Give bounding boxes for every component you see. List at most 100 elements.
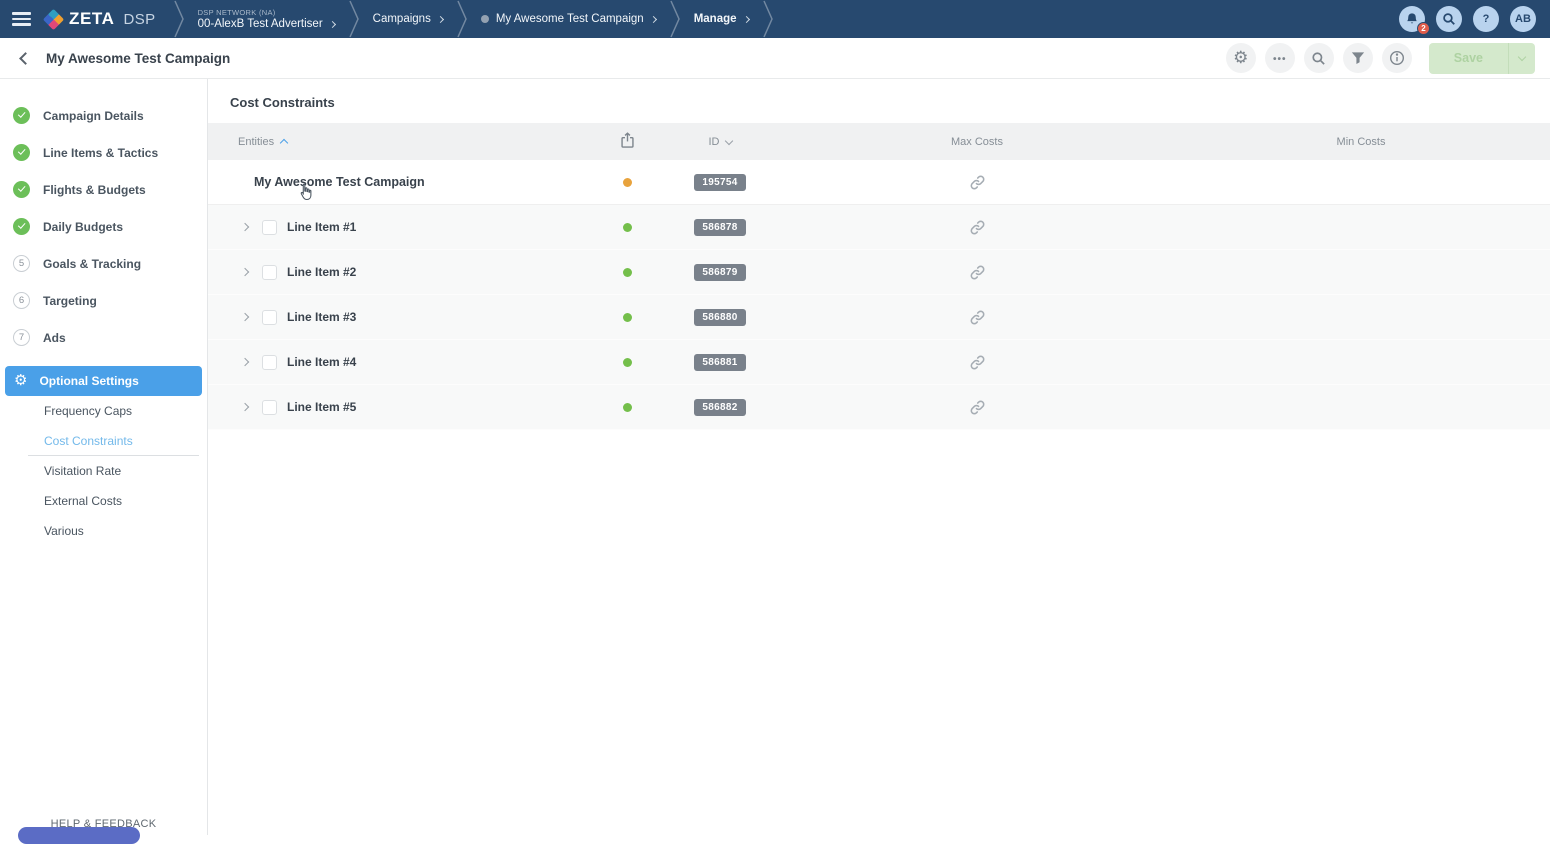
question-mark-icon: ? bbox=[1483, 13, 1490, 25]
table-row-line-item-2[interactable]: Line Item #2586879 bbox=[208, 250, 1550, 295]
export-button[interactable] bbox=[620, 132, 635, 152]
max-costs-link-button[interactable] bbox=[969, 219, 986, 236]
chevron-right-icon[interactable] bbox=[329, 21, 336, 28]
brand-logo[interactable]: ZETA DSP bbox=[42, 0, 174, 38]
chevron-right-icon[interactable] bbox=[650, 16, 657, 23]
sidebar-item-cost-constraints[interactable]: Cost Constraints bbox=[0, 426, 207, 456]
filter-button[interactable] bbox=[1343, 43, 1373, 73]
expand-chevron-icon[interactable] bbox=[238, 359, 252, 365]
status-dot bbox=[623, 358, 632, 367]
sidebar-item-optional-settings[interactable]: Optional Settings bbox=[5, 366, 202, 396]
chevron-right-icon[interactable] bbox=[742, 16, 749, 23]
top-navbar: ZETA DSP DSP NETWORK (NA) 00-AlexB Test … bbox=[0, 0, 1550, 38]
row-checkbox[interactable] bbox=[262, 355, 277, 370]
back-button[interactable] bbox=[19, 52, 32, 65]
breadcrumb-campaign[interactable]: My Awesome Test Campaign bbox=[467, 0, 670, 38]
zeta-diamond-icon bbox=[43, 8, 64, 29]
breadcrumb-campaign-label: My Awesome Test Campaign bbox=[496, 13, 644, 25]
filter-funnel-icon bbox=[1351, 51, 1365, 65]
expand-chevron-icon[interactable] bbox=[238, 269, 252, 275]
max-costs-link-button[interactable] bbox=[969, 174, 986, 191]
brand-zeta-text: ZETA bbox=[69, 9, 115, 29]
sidebar-subitem-label: Various bbox=[44, 524, 84, 538]
sidebar-item-various[interactable]: Various bbox=[0, 516, 207, 546]
expand-chevron-icon[interactable] bbox=[238, 314, 252, 320]
max-costs-link-button[interactable] bbox=[969, 399, 986, 416]
id-badge: 195754 bbox=[694, 174, 745, 191]
breadcrumb-manage[interactable]: Manage bbox=[680, 0, 763, 38]
link-icon bbox=[969, 264, 986, 281]
entity-name[interactable]: Line Item #4 bbox=[287, 355, 356, 369]
sidebar-item-label: Goals & Tracking bbox=[43, 257, 141, 271]
sidebar-item-targeting[interactable]: 6Targeting bbox=[0, 282, 207, 319]
step-number: 5 bbox=[13, 255, 30, 272]
sidebar-item-line-items-tactics[interactable]: Line Items & Tactics bbox=[0, 134, 207, 171]
entity-name[interactable]: My Awesome Test Campaign bbox=[254, 175, 425, 189]
sidebar-item-external-costs[interactable]: External Costs bbox=[0, 486, 207, 516]
status-dot bbox=[623, 178, 632, 187]
save-split-button: Save bbox=[1429, 43, 1535, 74]
link-icon bbox=[969, 399, 986, 416]
row-checkbox[interactable] bbox=[262, 310, 277, 325]
sidebar-item-campaign-details[interactable]: Campaign Details bbox=[0, 97, 207, 134]
breadcrumb-separator-icon bbox=[457, 0, 467, 38]
row-checkbox[interactable] bbox=[262, 265, 277, 280]
save-dropdown-button[interactable] bbox=[1508, 43, 1535, 74]
avatar-initials: AB bbox=[1515, 13, 1531, 25]
help-button[interactable]: ? bbox=[1473, 6, 1499, 32]
column-max-costs-label: Max Costs bbox=[951, 136, 1003, 148]
id-badge: 586881 bbox=[694, 354, 745, 371]
sidebar-item-label: Line Items & Tactics bbox=[43, 146, 158, 160]
table-row-line-item-5[interactable]: Line Item #5586882 bbox=[208, 385, 1550, 430]
sort-desc-icon[interactable] bbox=[724, 136, 732, 144]
expand-chevron-icon[interactable] bbox=[238, 224, 252, 230]
status-dot-icon bbox=[481, 15, 489, 23]
expand-chevron-icon[interactable] bbox=[238, 404, 252, 410]
column-min-costs-label: Min Costs bbox=[1337, 136, 1386, 148]
share-export-icon bbox=[620, 132, 635, 149]
max-costs-link-button[interactable] bbox=[969, 354, 986, 371]
feedback-pill[interactable] bbox=[18, 827, 140, 844]
entity-name[interactable]: Line Item #5 bbox=[287, 400, 356, 414]
status-dot bbox=[623, 313, 632, 322]
table-row-line-item-3[interactable]: Line Item #3586880 bbox=[208, 295, 1550, 340]
table-row-my-awesome-test-campaign[interactable]: My Awesome Test Campaign 195754 bbox=[208, 160, 1550, 205]
more-options-button[interactable] bbox=[1265, 43, 1295, 73]
chevron-right-icon[interactable] bbox=[437, 16, 444, 23]
hamburger-menu-icon[interactable] bbox=[0, 0, 42, 38]
max-costs-link-button[interactable] bbox=[969, 264, 986, 281]
gear-icon bbox=[1233, 49, 1248, 68]
sidebar-optional-items: Frequency CapsCost ConstraintsVisitation… bbox=[0, 396, 207, 546]
breadcrumb-advertiser[interactable]: DSP NETWORK (NA) 00-AlexB Test Advertise… bbox=[184, 0, 349, 38]
row-checkbox[interactable] bbox=[262, 220, 277, 235]
table-row-line-item-1[interactable]: Line Item #1586878 bbox=[208, 205, 1550, 250]
settings-button[interactable] bbox=[1226, 43, 1256, 73]
row-checkbox[interactable] bbox=[262, 400, 277, 415]
entity-name[interactable]: Line Item #3 bbox=[287, 310, 356, 324]
sidebar-item-visitation-rate[interactable]: Visitation Rate bbox=[0, 456, 207, 486]
search-button[interactable] bbox=[1304, 43, 1334, 73]
breadcrumb-separator-icon bbox=[670, 0, 680, 38]
bell-icon bbox=[1405, 12, 1419, 26]
ellipsis-icon bbox=[1273, 49, 1287, 67]
sidebar-item-frequency-caps[interactable]: Frequency Caps bbox=[0, 396, 207, 426]
entity-name[interactable]: Line Item #1 bbox=[287, 220, 356, 234]
entity-name[interactable]: Line Item #2 bbox=[287, 265, 356, 279]
table-row-line-item-4[interactable]: Line Item #4 586881 bbox=[208, 340, 1550, 385]
notifications-button[interactable]: 2 bbox=[1399, 6, 1425, 32]
max-costs-link-button[interactable] bbox=[969, 309, 986, 326]
breadcrumb-campaigns[interactable]: Campaigns bbox=[359, 0, 457, 38]
sidebar-item-goals-tracking[interactable]: 5 Goals & Tracking bbox=[0, 245, 207, 282]
sidebar-item-daily-budgets[interactable]: Daily Budgets bbox=[0, 208, 207, 245]
save-button[interactable]: Save bbox=[1429, 43, 1508, 74]
sort-asc-icon[interactable] bbox=[280, 139, 288, 147]
app-root: { "navbar": { "brand_zeta": "ZETA", "bra… bbox=[0, 0, 1550, 835]
sidebar-item-ads[interactable]: 7Ads bbox=[0, 319, 207, 356]
breadcrumb-campaigns-label: Campaigns bbox=[373, 13, 431, 25]
optional-settings-label: Optional Settings bbox=[39, 374, 138, 388]
global-search-button[interactable] bbox=[1436, 6, 1462, 32]
sidebar-item-flights-budgets[interactable]: Flights & Budgets bbox=[0, 171, 207, 208]
info-button[interactable] bbox=[1382, 43, 1412, 73]
avatar[interactable]: AB bbox=[1510, 6, 1536, 32]
save-button-label: Save bbox=[1454, 51, 1483, 65]
